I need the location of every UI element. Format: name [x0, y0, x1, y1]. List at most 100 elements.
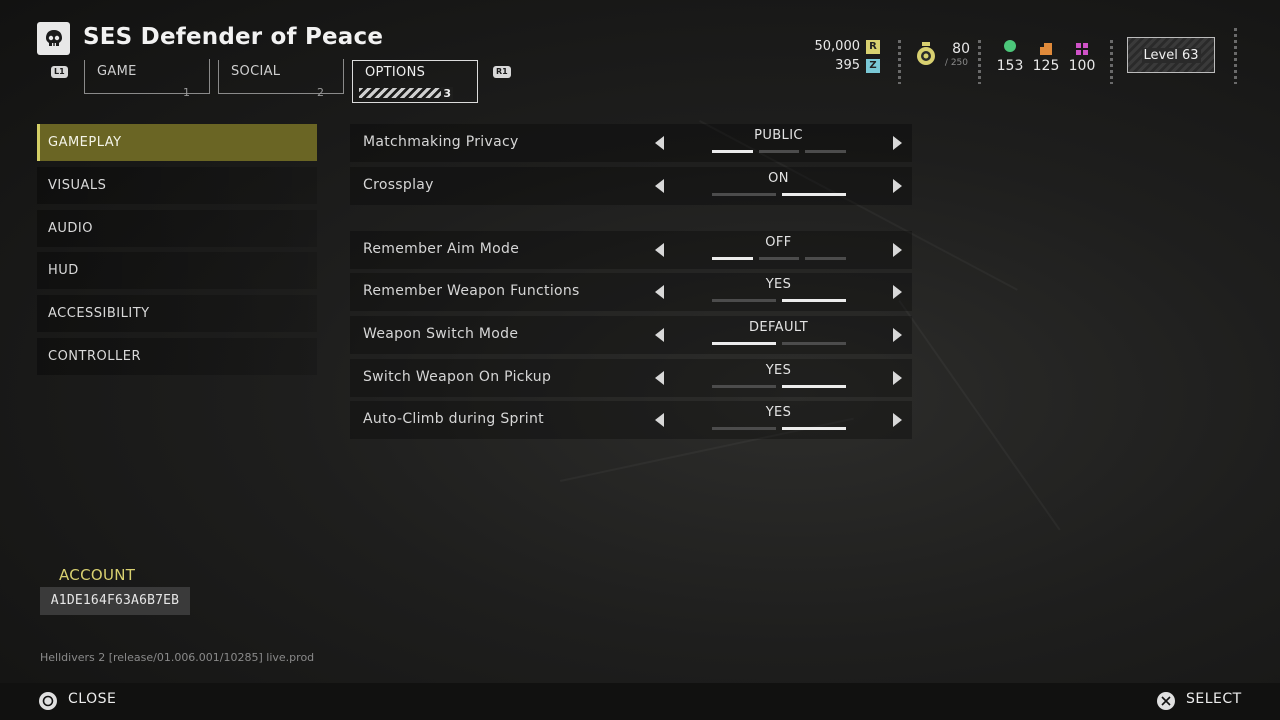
super-sample-icon: [1076, 40, 1088, 55]
option-segment: [782, 385, 846, 388]
arrow-left-icon[interactable]: [655, 328, 664, 342]
header-divider: [1110, 40, 1113, 84]
setting-value: YES: [765, 363, 792, 378]
medal-icon: Z: [866, 59, 880, 73]
setting-row-remember-weapon-functions[interactable]: Remember Weapon Functions YES: [350, 273, 912, 311]
common-sample-value: 153: [996, 58, 1024, 74]
arrow-left-icon[interactable]: [655, 136, 664, 150]
sidebar-item-audio[interactable]: AUDIO: [37, 210, 317, 247]
account-id[interactable]: A1DE164F63A6B7EB: [40, 587, 190, 615]
close-label: CLOSE: [68, 691, 117, 707]
sidebar-item-hud[interactable]: HUD: [37, 252, 317, 289]
setting-label: Remember Aim Mode: [363, 241, 520, 257]
level-text: Level 63: [1141, 47, 1201, 63]
tab-game[interactable]: GAME 1: [84, 59, 210, 99]
requisition-icon: R: [866, 40, 880, 54]
setting-label: Remember Weapon Functions: [363, 283, 580, 299]
setting-value: YES: [765, 277, 792, 292]
arrow-left-icon[interactable]: [655, 285, 664, 299]
sidebar-item-visuals[interactable]: VISUALS: [37, 167, 317, 204]
arrow-right-icon[interactable]: [893, 136, 902, 150]
option-segment: [758, 257, 800, 260]
option-indicator: [712, 257, 847, 260]
super-credits-max: / 250: [944, 58, 968, 68]
option-indicator: [712, 385, 846, 388]
setting-label: Crossplay: [363, 177, 434, 193]
tab-edge: [329, 59, 344, 93]
setting-label: Switch Weapon On Pickup: [363, 369, 552, 385]
option-segment: [712, 299, 776, 302]
arrow-left-icon[interactable]: [655, 413, 664, 427]
option-segment: [782, 193, 846, 196]
option-segment: [712, 150, 753, 153]
tab-label: GAME: [97, 64, 137, 79]
setting-row-crossplay[interactable]: Crossplay ON: [350, 167, 912, 205]
select-label: SELECT: [1186, 691, 1242, 707]
account-label: ACCOUNT: [59, 566, 136, 584]
setting-label: Matchmaking Privacy: [363, 134, 519, 150]
tab-number: 1: [183, 86, 190, 99]
tab-number: 2: [317, 86, 324, 99]
option-indicator: [712, 193, 846, 196]
option-indicator: [712, 299, 846, 302]
header-divider: [978, 40, 981, 84]
option-segment: [712, 257, 753, 260]
arrow-right-icon[interactable]: [893, 179, 902, 193]
option-segment: [712, 427, 776, 430]
setting-label: Auto-Climb during Sprint: [363, 411, 544, 427]
setting-value: ON: [768, 171, 789, 186]
active-tab-hatch: [359, 88, 441, 98]
tab-number: 3: [441, 87, 453, 100]
rare-sample-value: 125: [1032, 58, 1060, 74]
arrow-right-icon[interactable]: [893, 243, 902, 257]
setting-value: OFF: [765, 235, 792, 250]
option-segment: [712, 193, 776, 196]
skull-icon: [37, 22, 70, 55]
option-segment: [782, 299, 846, 302]
super-sample-value: 100: [1068, 58, 1096, 74]
tab-edge: [195, 59, 210, 93]
setting-value: DEFAULT: [748, 320, 809, 335]
setting-row-matchmaking-privacy[interactable]: Matchmaking Privacy PUBLIC: [350, 124, 912, 162]
l1-button-hint: L1: [51, 66, 68, 78]
setting-row-weapon-switch-mode[interactable]: Weapon Switch Mode DEFAULT: [350, 316, 912, 354]
medals-value: 395: [835, 58, 860, 73]
tab-label: OPTIONS: [365, 65, 426, 80]
setting-value: PUBLIC: [754, 128, 803, 143]
arrow-right-icon[interactable]: [893, 413, 902, 427]
version-string: Helldivers 2 [release/01.006.001/10285] …: [40, 651, 315, 664]
sidebar-item-gameplay[interactable]: GAMEPLAY: [37, 124, 317, 161]
tab-social[interactable]: SOCIAL 2: [218, 59, 344, 99]
option-segment: [712, 385, 776, 388]
arrow-right-icon[interactable]: [893, 285, 902, 299]
setting-label: Weapon Switch Mode: [363, 326, 519, 342]
option-segment: [758, 150, 800, 153]
sidebar-item-controller[interactable]: CONTROLLER: [37, 338, 317, 375]
arrow-right-icon[interactable]: [893, 328, 902, 342]
page-title: SES Defender of Peace: [83, 24, 384, 50]
option-indicator: [712, 342, 846, 345]
header-divider: [1234, 28, 1237, 84]
header-divider: [898, 40, 901, 84]
arrow-left-icon[interactable]: [655, 371, 664, 385]
arrow-left-icon[interactable]: [655, 243, 664, 257]
tab-label: SOCIAL: [231, 64, 281, 79]
requisition-value: 50,000: [814, 39, 861, 54]
footer-bar: CLOSE SELECT: [0, 683, 1280, 720]
option-indicator: [712, 427, 846, 430]
background-streak: [898, 300, 1061, 531]
option-segment: [782, 427, 846, 430]
rare-sample-icon: [1040, 40, 1052, 55]
arrow-right-icon[interactable]: [893, 371, 902, 385]
sidebar-item-accessibility[interactable]: ACCESSIBILITY: [37, 295, 317, 332]
setting-value: YES: [765, 405, 792, 420]
super-credits-icon: [916, 42, 936, 68]
setting-row-remember-aim-mode[interactable]: Remember Aim Mode OFF: [350, 231, 912, 269]
tab-options[interactable]: OPTIONS 3: [352, 60, 478, 103]
setting-row-switch-weapon-on-pickup[interactable]: Switch Weapon On Pickup YES: [350, 359, 912, 397]
super-credits-value: 80: [952, 41, 970, 57]
setting-row-auto-climb-during-sprint[interactable]: Auto-Climb during Sprint YES: [350, 401, 912, 439]
arrow-left-icon[interactable]: [655, 179, 664, 193]
cross-button-icon: [1157, 692, 1175, 710]
common-sample-icon: [1004, 40, 1016, 52]
